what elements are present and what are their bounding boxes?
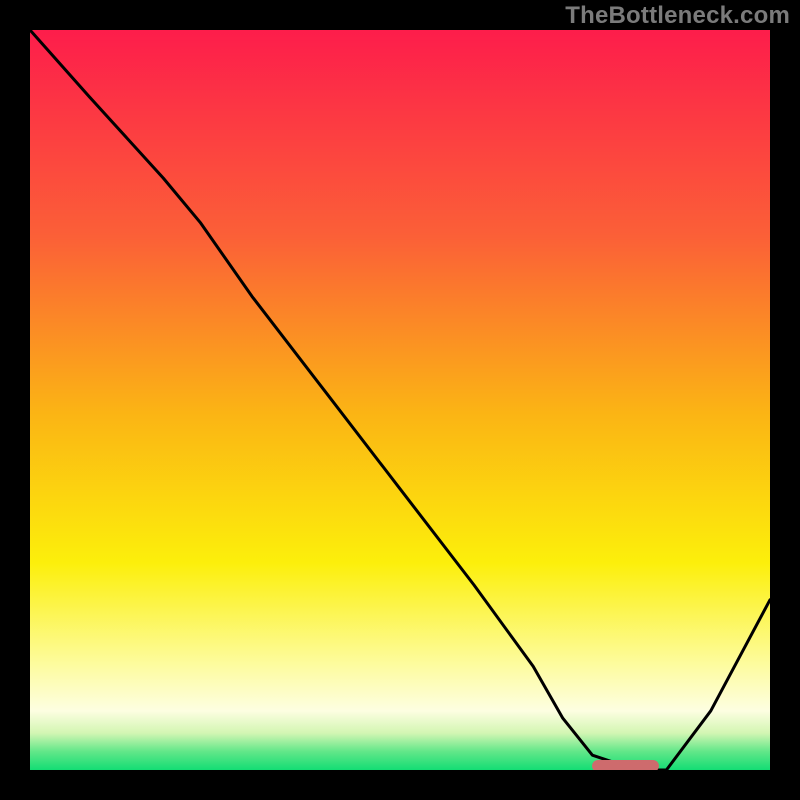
watermark-text: TheBottleneck.com — [565, 2, 790, 30]
optimal-range-marker — [592, 760, 659, 770]
bottleneck-curve — [30, 30, 770, 770]
plot-area — [30, 30, 770, 770]
chart-frame: TheBottleneck.com — [0, 0, 800, 800]
